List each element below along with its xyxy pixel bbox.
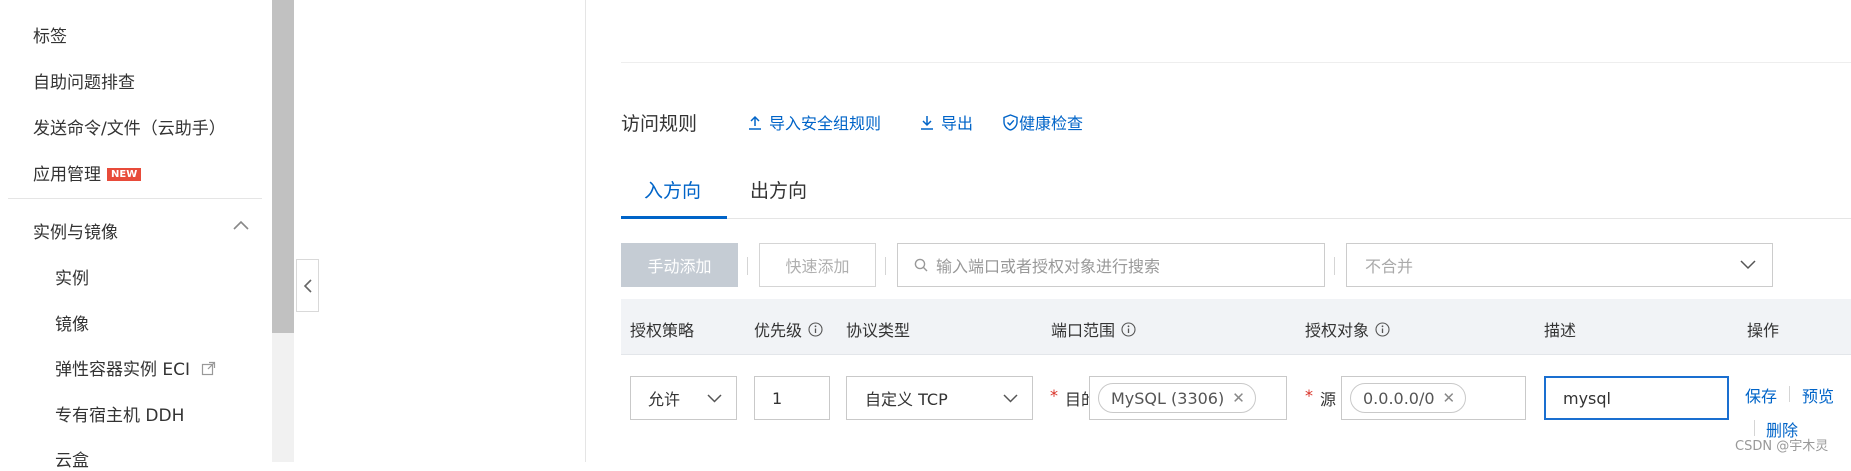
column-header-port-range: 端口范围 (1051, 317, 1136, 341)
auth-object-input[interactable]: 0.0.0.0/0 ✕ (1341, 376, 1526, 420)
column-header-label: 授权对象 (1305, 321, 1370, 340)
search-placeholder: 输入端口或者授权对象进行搜索 (936, 257, 1161, 276)
chevron-left-icon (303, 278, 312, 293)
column-header-actions: 操作 (1747, 317, 1779, 341)
toolbar-separator (747, 257, 748, 275)
sidebar-item-cloud-box[interactable]: 云盒 (55, 446, 89, 471)
search-input[interactable]: 输入端口或者授权对象进行搜索 (897, 243, 1325, 287)
health-check-label: 健康检查 (1019, 114, 1084, 133)
sidebar-item-label: 云盒 (55, 451, 89, 471)
sidebar-item-label: 应用管理 (33, 165, 101, 185)
policy-value: 允许 (648, 390, 681, 409)
sidebar-item-tags[interactable]: 标签 (33, 22, 67, 47)
source-tag-label: 0.0.0.0/0 (1363, 388, 1435, 408)
source-tag[interactable]: 0.0.0.0/0 ✕ (1350, 383, 1467, 413)
port-tag[interactable]: MySQL (3306) ✕ (1098, 383, 1256, 413)
collapse-column (294, 0, 586, 462)
required-marker: * (1305, 386, 1313, 405)
column-header-label: 优先级 (754, 321, 803, 340)
priority-input[interactable]: 1 (754, 376, 830, 420)
column-header-label: 描述 (1544, 321, 1577, 340)
tabs-divider (621, 218, 1851, 219)
column-header-priority: 优先级 (754, 317, 823, 341)
description-input[interactable]: mysql (1544, 376, 1729, 420)
sidebar-item-troubleshoot[interactable]: 自助问题排查 (33, 68, 135, 93)
remove-tag-icon[interactable]: ✕ (1232, 389, 1245, 407)
column-header-protocol: 协议类型 (846, 317, 910, 341)
column-header-description: 描述 (1544, 317, 1576, 341)
chevron-down-icon (1740, 260, 1756, 270)
download-icon (921, 115, 933, 130)
action-separator (1789, 386, 1790, 402)
quick-add-button[interactable]: 快速添加 (759, 243, 876, 287)
column-header-label: 操作 (1747, 321, 1780, 340)
source-label: 源 (1320, 390, 1337, 409)
protocol-value: 自定义 TCP (865, 390, 948, 409)
column-header-auth-object: 授权对象 (1305, 317, 1390, 341)
sidebar-divider (8, 198, 262, 199)
port-tag-label: MySQL (3306) (1111, 388, 1225, 408)
import-rules-label: 导入安全组规则 (769, 114, 882, 133)
merge-select[interactable]: 不合并 (1346, 243, 1773, 287)
protocol-select[interactable]: 自定义 TCP (846, 376, 1033, 420)
sidebar-item-label: 标签 (33, 27, 67, 47)
chevron-up-icon[interactable] (232, 219, 250, 231)
chevron-down-icon (707, 393, 722, 403)
preview-link[interactable]: 预览 (1802, 383, 1834, 407)
sidebar-item-ddh[interactable]: 专有宿主机 DDH (55, 401, 184, 426)
collapse-sidebar-button[interactable] (296, 259, 319, 312)
chevron-down-icon (1003, 393, 1018, 403)
sidebar-item-eci[interactable]: 弹性容器实例 ECI (55, 355, 216, 380)
column-header-label: 端口范围 (1051, 321, 1116, 340)
save-link[interactable]: 保存 (1745, 383, 1777, 407)
upload-icon (749, 115, 761, 130)
sidebar-item-label: 实例 (55, 269, 89, 289)
section-title: 访问规则 (621, 113, 698, 135)
column-header-policy: 授权策略 (630, 317, 694, 341)
sidebar-item-label: 弹性容器实例 ECI (55, 360, 191, 380)
policy-select[interactable]: 允许 (630, 376, 737, 420)
section-divider (621, 62, 1851, 63)
search-icon (914, 258, 928, 272)
sidebar-item-instances[interactable]: 实例 (55, 264, 89, 289)
tab-outbound[interactable]: 出方向 (750, 176, 807, 203)
sidebar-group-label: 实例与镜像 (33, 223, 118, 243)
export-label: 导出 (941, 114, 974, 133)
required-marker: * (1050, 386, 1058, 405)
shield-check-icon (1003, 113, 1018, 131)
sidebar-item-cloud-assistant[interactable]: 发送命令/文件（云助手） (33, 114, 226, 139)
import-rules-link[interactable]: 导入安全组规则 (748, 110, 881, 134)
sidebar-item-label: 自助问题排查 (33, 73, 135, 93)
column-header-label: 授权策略 (630, 321, 695, 340)
port-range-input[interactable]: MySQL (3306) ✕ (1089, 376, 1287, 420)
info-icon[interactable] (1121, 321, 1136, 337)
info-icon[interactable] (1375, 321, 1390, 337)
priority-value: 1 (772, 388, 783, 408)
tab-inbound[interactable]: 入方向 (644, 176, 701, 203)
sidebar-item-images[interactable]: 镜像 (55, 310, 89, 335)
new-badge: NEW (107, 168, 142, 181)
sidebar-item-label: 发送命令/文件（云助手） (33, 119, 226, 139)
info-icon[interactable] (808, 321, 823, 337)
merge-select-value: 不合并 (1365, 257, 1414, 276)
toolbar-separator (885, 257, 886, 275)
sidebar-item-label: 专有宿主机 DDH (55, 406, 185, 426)
toolbar-separator (1334, 257, 1335, 275)
health-check-link[interactable]: 健康检查 (1003, 110, 1083, 134)
watermark: CSDN @宇木灵 (1735, 439, 1829, 454)
action-separator (1754, 420, 1755, 436)
remove-tag-icon[interactable]: ✕ (1443, 389, 1456, 407)
external-link-icon (202, 361, 216, 376)
sidebar: 标签 自助问题排查 发送命令/文件（云助手） 应用管理 NEW 实例与镜像 实例 … (0, 0, 272, 471)
sidebar-group-instances-images[interactable]: 实例与镜像 (33, 218, 118, 243)
active-tab-indicator (621, 216, 727, 219)
export-link[interactable]: 导出 (920, 110, 973, 134)
description-value: mysql (1563, 388, 1611, 408)
sidebar-scrollbar-thumb[interactable] (272, 0, 294, 333)
sidebar-item-label: 镜像 (55, 315, 89, 335)
column-header-label: 协议类型 (846, 321, 911, 340)
sidebar-item-app-management[interactable]: 应用管理 NEW (33, 160, 142, 185)
manual-add-button[interactable]: 手动添加 (621, 243, 738, 287)
